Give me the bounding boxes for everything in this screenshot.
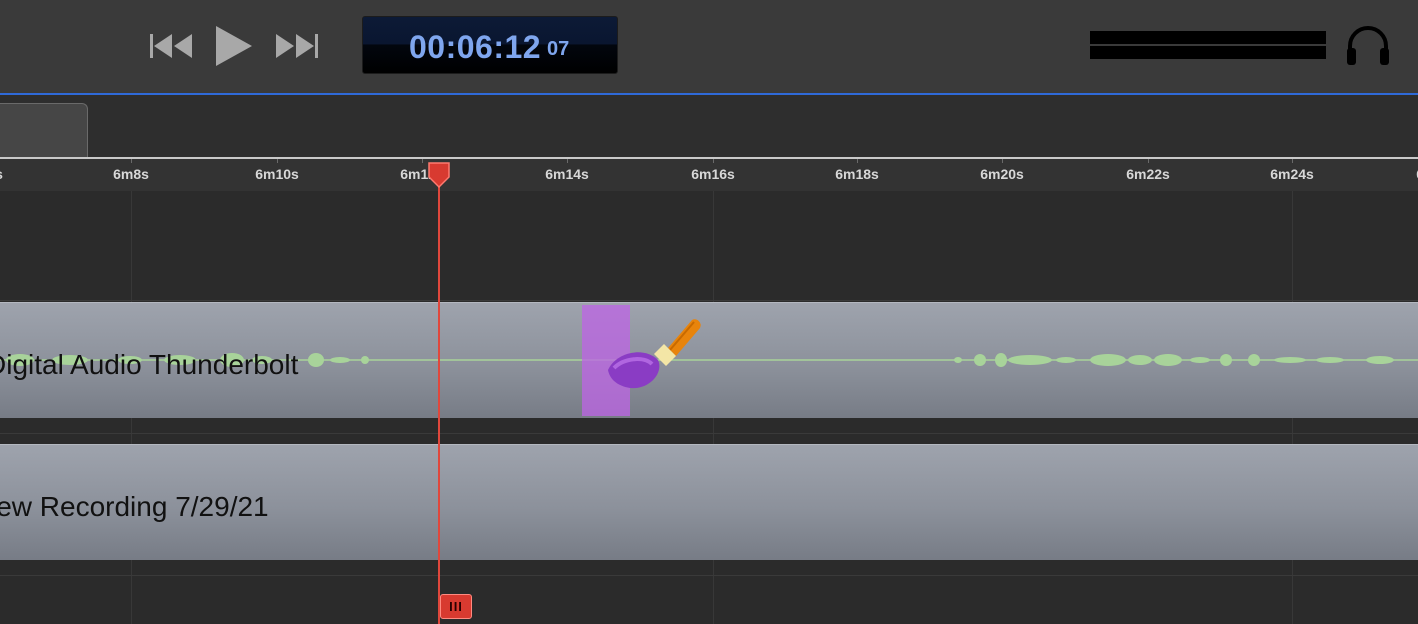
ruler-label: 6m16s — [691, 166, 735, 182]
time-display[interactable]: 00:06:12 07 — [362, 16, 618, 74]
region-header-area — [0, 95, 1418, 157]
paintbrush-cursor — [600, 310, 704, 399]
time-display-frames: 07 — [547, 38, 570, 60]
playhead-handle[interactable] — [427, 161, 451, 194]
playhead-line — [438, 176, 440, 624]
rewind-icon — [150, 34, 192, 58]
timeline-ruler[interactable]: 6m6s 6m8s 6m10s 6m12s 6m14s 6m16s 6m18s … — [0, 157, 1418, 191]
rewind-button[interactable] — [148, 26, 194, 66]
playhead-marker-icon — [428, 162, 450, 189]
audio-region[interactable]: New Recording 7/29/21 — [0, 444, 1418, 560]
region-tab[interactable] — [0, 103, 88, 159]
lane-separator — [0, 300, 1418, 301]
fast-forward-icon — [276, 34, 318, 58]
lane-separator — [0, 575, 1418, 576]
ruler-label: 6m22s — [1126, 166, 1170, 182]
headphones-button[interactable] — [1345, 24, 1391, 73]
ruler-label: 6m18s — [835, 166, 879, 182]
lane-separator — [0, 433, 1418, 434]
audio-region[interactable]: Digital Audio Thunderbolt — [0, 302, 1418, 418]
ruler-label: 6m6s — [0, 166, 3, 182]
ruler-label: 6m24s — [1270, 166, 1314, 182]
level-meter-left — [1090, 31, 1326, 44]
ruler-label: 6m20s — [980, 166, 1024, 182]
headphones-icon — [1347, 26, 1389, 65]
fast-forward-button[interactable] — [274, 26, 320, 66]
ruler-label: 6m10s — [255, 166, 299, 182]
play-button[interactable] — [212, 26, 256, 66]
region-name: New Recording 7/29/21 — [0, 491, 269, 522]
level-meter-right — [1090, 46, 1326, 59]
paintbrush-icon — [608, 319, 701, 389]
region-name: Digital Audio Thunderbolt — [0, 349, 299, 380]
time-display-main: 00:06:12 — [409, 29, 542, 65]
ruler-label: 6m8s — [113, 166, 149, 182]
control-bar: 00:06:12 07 — [0, 0, 1418, 93]
play-icon — [216, 26, 252, 66]
ruler-label: 6m14s — [545, 166, 589, 182]
playhead-bottom-handle[interactable]: III — [440, 594, 472, 619]
